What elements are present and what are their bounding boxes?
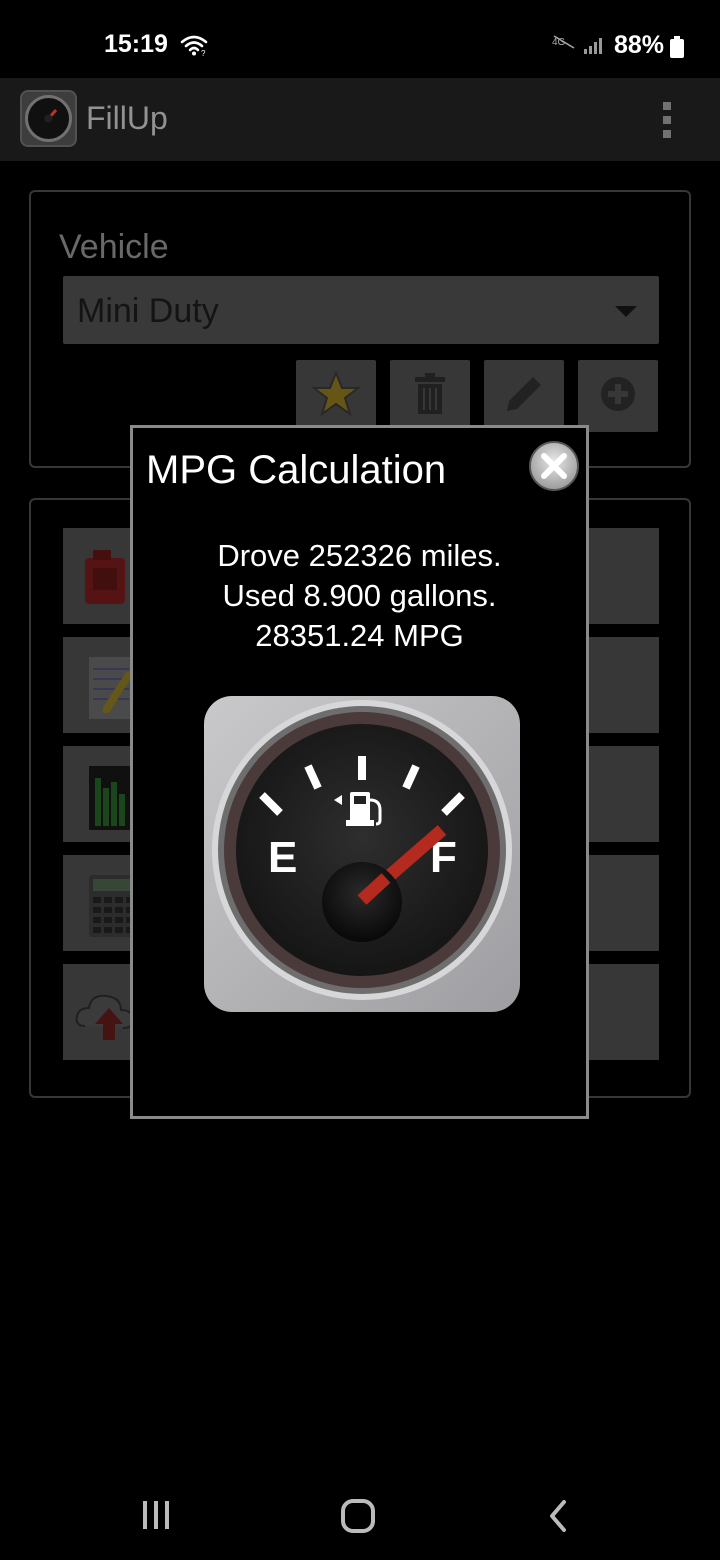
- dialog-distance-text: Drove 252326 miles.: [217, 538, 502, 573]
- trash-icon: [413, 372, 447, 420]
- vehicle-dropdown[interactable]: Mini Duty: [63, 276, 659, 344]
- svg-text:?: ?: [201, 49, 206, 57]
- more-vert-icon[interactable]: [658, 100, 676, 145]
- pencil-icon: [503, 373, 545, 420]
- cell-signal-icon: 4G: [552, 34, 606, 61]
- vehicle-dropdown-value: Mini Duty: [77, 292, 219, 330]
- fuel-gauge-icon: E F: [204, 696, 520, 1012]
- status-bar: 15:19 ? 4G 88%: [0, 0, 720, 78]
- star-icon: [311, 369, 361, 422]
- close-icon[interactable]: [528, 440, 580, 492]
- add-icon: [599, 375, 637, 418]
- system-nav-bar: [0, 1470, 720, 1560]
- mpg-dialog: MPG Calculation Drove 252326 miles. Used…: [130, 425, 589, 1119]
- dialog-title: MPG Calculation: [146, 448, 447, 492]
- add-vehicle-button[interactable]: [578, 360, 658, 432]
- battery-percent: 88%: [614, 31, 665, 59]
- back-icon[interactable]: [546, 1498, 570, 1539]
- favorite-vehicle-button[interactable]: [296, 360, 376, 432]
- edit-vehicle-button[interactable]: [484, 360, 564, 432]
- app-title: FillUp: [86, 100, 168, 136]
- recent-apps-icon[interactable]: [140, 1498, 172, 1537]
- status-time: 15:19: [104, 30, 168, 58]
- dialog-gallons-text: Used 8.900 gallons.: [222, 578, 497, 613]
- svg-text:E: E: [268, 833, 297, 882]
- battery-icon: [669, 36, 685, 63]
- chevron-down-icon: [615, 306, 637, 317]
- fuel-gauge-icon: [20, 90, 77, 147]
- app-bar: FillUp: [0, 78, 720, 161]
- dialog-mpg-text: 28351.24 MPG: [255, 618, 464, 653]
- wifi-icon: ?: [180, 33, 208, 62]
- home-icon[interactable]: [340, 1498, 376, 1539]
- delete-vehicle-button[interactable]: [390, 360, 470, 432]
- vehicle-label: Vehicle: [59, 228, 169, 266]
